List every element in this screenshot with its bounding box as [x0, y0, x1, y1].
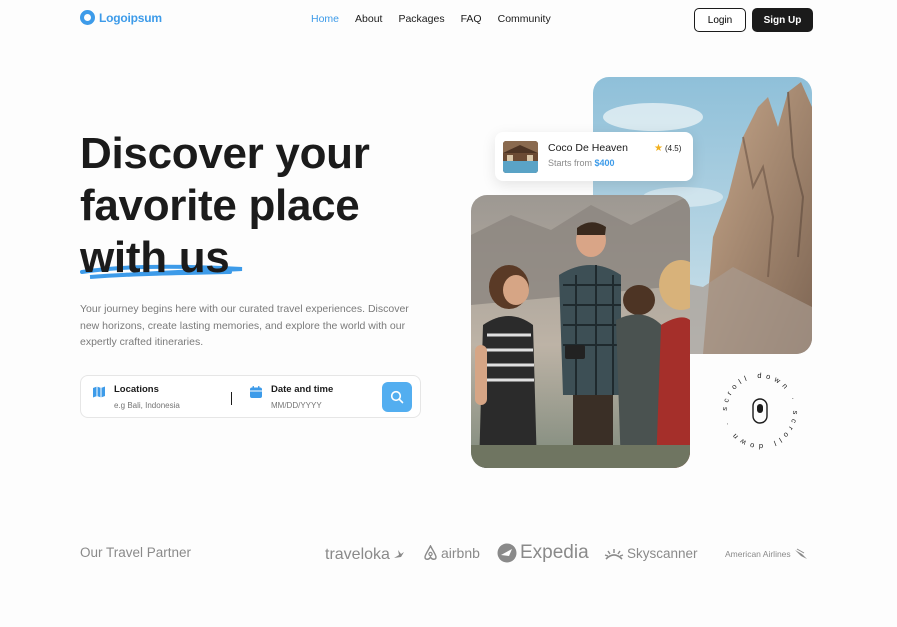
- hero-headline: Discover your favorite place with us: [80, 128, 370, 284]
- top-navbar: Logoipsum Home About Packages FAQ Commun…: [0, 0, 897, 40]
- search-icon: [390, 390, 404, 404]
- destination-thumbnail: [503, 141, 538, 173]
- nav-community-link[interactable]: Community: [498, 13, 551, 25]
- nav-packages-link[interactable]: Packages: [398, 13, 444, 25]
- location-input[interactable]: [114, 401, 234, 410]
- destination-price: Starts from $400: [548, 158, 615, 168]
- bird-icon: [393, 550, 404, 558]
- headline-line-1: Discover your: [80, 129, 370, 178]
- logo[interactable]: Logoipsum: [80, 10, 162, 25]
- nav-home-link[interactable]: Home: [311, 13, 339, 25]
- date-input[interactable]: [271, 401, 391, 410]
- skyscanner-wordmark: Skyscanner: [627, 546, 698, 561]
- scroll-down-badge[interactable]: scroll down · scroll down ·: [690, 354, 812, 468]
- login-button[interactable]: Login: [694, 8, 746, 32]
- partners-heading: Our Travel Partner: [80, 545, 192, 560]
- featured-destination-card[interactable]: Coco De Heaven Starts from $400 ★ (4.5): [495, 132, 693, 181]
- calendar-icon: [250, 386, 262, 398]
- mouse-icon: [752, 398, 768, 424]
- american-airlines-wordmark: American Airlines: [725, 549, 791, 559]
- partner-expedia-logo: Expedia: [497, 542, 589, 564]
- partner-airbnb-logo: airbnb: [423, 545, 480, 561]
- price-value: $400: [594, 158, 615, 168]
- main-menu: Home About Packages FAQ Community: [311, 13, 567, 25]
- partner-skyscanner-logo: Skyscanner: [604, 546, 698, 561]
- partner-american-airlines-logo: American Airlines: [725, 548, 808, 560]
- search-divider: [231, 392, 232, 405]
- airbnb-icon: [424, 545, 437, 560]
- hero-description: Your journey begins here with our curate…: [80, 303, 409, 348]
- expedia-wordmark: Expedia: [520, 542, 589, 563]
- signup-button[interactable]: Sign Up: [752, 8, 813, 32]
- friends-photo: [471, 195, 690, 468]
- sunrise-icon: [604, 548, 624, 560]
- destination-rating: ★ (4.5): [654, 143, 681, 154]
- partner-traveloka-logo: traveloka: [325, 546, 405, 564]
- search-bar: Locations Date and time: [80, 375, 421, 418]
- logo-text: Logoipsum: [99, 10, 162, 25]
- map-icon: [93, 386, 105, 398]
- search-button[interactable]: [382, 382, 412, 412]
- price-prefix: Starts from: [548, 158, 595, 168]
- expedia-globe-icon: [497, 543, 517, 563]
- headline-line-2: favorite place: [80, 181, 360, 230]
- logo-mark-icon: [80, 10, 95, 25]
- rating-value: (4.5): [664, 144, 682, 153]
- eagle-icon: [794, 548, 807, 559]
- headline-line-3: with us: [80, 233, 230, 282]
- destination-title: Coco De Heaven: [548, 142, 628, 154]
- traveloka-wordmark: traveloka: [325, 546, 390, 563]
- date-label: Date and time: [271, 384, 334, 395]
- airbnb-wordmark: airbnb: [441, 545, 480, 561]
- nav-faq-link[interactable]: FAQ: [461, 13, 482, 25]
- nav-about-link[interactable]: About: [355, 13, 382, 25]
- star-icon: ★: [654, 143, 663, 154]
- location-label: Locations: [114, 384, 159, 395]
